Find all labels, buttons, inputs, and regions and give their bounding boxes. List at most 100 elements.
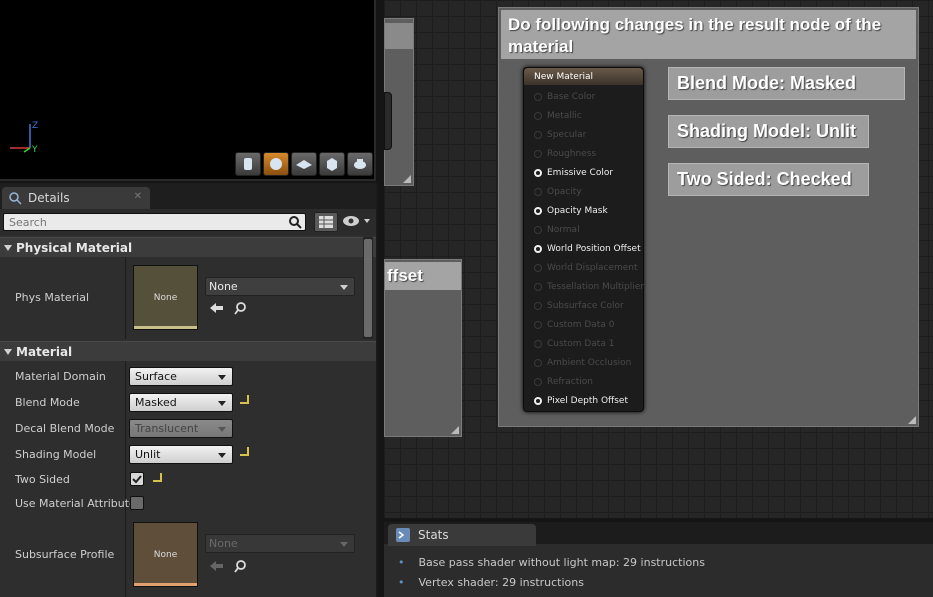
node-pin[interactable]: World Position Offset [534, 244, 641, 254]
bullet-icon: • [398, 576, 405, 589]
details-scrollbar-thumb[interactable] [364, 239, 372, 337]
node-pin[interactable]: Emissive Color [534, 168, 613, 178]
note-two-sided[interactable]: Two Sided: Checked [668, 163, 869, 196]
node-pin[interactable]: World Displacement [534, 263, 638, 273]
blend-mode-combo[interactable]: Masked [129, 393, 233, 412]
resize-handle-icon[interactable] [908, 416, 916, 424]
details-tab[interactable]: Details ✕ [2, 187, 150, 209]
node-pin[interactable]: Pixel Depth Offset [534, 396, 628, 406]
resize-handle-icon[interactable] [403, 175, 411, 183]
close-icon[interactable]: ✕ [134, 191, 142, 202]
plane-button[interactable] [291, 152, 317, 176]
axis-gizmo-icon: Z Y [10, 121, 38, 155]
pin-connector-icon[interactable] [534, 283, 542, 291]
pin-connector-icon[interactable] [534, 264, 542, 272]
use-selected-arrow-icon[interactable] [210, 560, 224, 572]
stats-tab-label: Stats [418, 528, 449, 542]
pin-connector-icon[interactable] [534, 188, 542, 196]
note-blend-mode[interactable]: Blend Mode: Masked [668, 67, 905, 100]
node-pin[interactable]: Refraction [534, 377, 593, 387]
pin-connector-icon[interactable] [534, 112, 542, 120]
column-divider[interactable] [125, 257, 126, 339]
node-title[interactable]: New Material [524, 68, 643, 85]
reset-to-default-icon[interactable] [240, 447, 249, 456]
pin-connector-icon[interactable] [534, 378, 542, 386]
node-pin[interactable]: Tessellation Multiplier [534, 282, 644, 292]
pin-connector-icon[interactable] [534, 131, 542, 139]
pin-connector-icon[interactable] [534, 302, 542, 310]
pin-connector-icon[interactable] [534, 321, 542, 329]
use-selected-arrow-icon[interactable] [210, 302, 224, 314]
pin-connector-icon[interactable] [534, 169, 542, 177]
search-icon[interactable] [288, 215, 302, 229]
pin-connector-icon[interactable] [534, 359, 542, 367]
pin-connector-icon[interactable] [534, 340, 542, 348]
chevron-down-icon [218, 427, 226, 432]
node-pin[interactable]: Opacity [534, 187, 582, 197]
reset-to-default-icon[interactable] [240, 395, 249, 404]
comment-title[interactable]: Do following changes in the result node … [501, 10, 916, 59]
pin-connector-icon[interactable] [534, 207, 542, 215]
node-pin[interactable]: Base Color [534, 92, 595, 102]
section-title: Material [16, 344, 73, 359]
pin-connector-icon[interactable] [534, 245, 542, 253]
pin-label: Ambient Occlusion [547, 358, 632, 368]
decal-blend-mode-combo[interactable]: Translucent [129, 419, 233, 438]
browse-search-icon[interactable] [234, 302, 248, 316]
node-pin[interactable]: Custom Data 0 [534, 320, 614, 330]
collapse-arrow-icon [4, 348, 12, 355]
details-search-row [0, 209, 376, 235]
browse-search-icon[interactable] [234, 560, 248, 574]
subsurface-profile-thumbnail[interactable]: None [133, 522, 198, 587]
physical-material-section[interactable]: Physical Material [0, 237, 376, 257]
property-matrix-button[interactable] [314, 212, 338, 232]
node-pin[interactable]: Specular [534, 130, 586, 140]
material-graph-canvas[interactable]: ffset Do following changes in the result… [384, 0, 933, 518]
node-pin[interactable]: Opacity Mask [534, 206, 608, 216]
teapot-button[interactable] [347, 152, 373, 176]
details-search-input[interactable] [3, 213, 306, 231]
asset-type-bar [134, 583, 197, 586]
material-section[interactable]: Material [0, 341, 376, 361]
preview-viewport[interactable]: Z Y [0, 0, 376, 181]
pin-connector-icon[interactable] [534, 226, 542, 234]
node-pin[interactable]: Roughness [534, 149, 596, 159]
node-pin[interactable]: Custom Data 1 [534, 339, 614, 349]
material-result-node[interactable]: New Material Base Color Metallic Specular R… [523, 67, 644, 412]
two-sided-checkbox[interactable] [130, 472, 144, 486]
pin-connector-icon[interactable] [534, 150, 542, 158]
material-domain-label: Material Domain [15, 370, 106, 383]
cube-button[interactable] [319, 152, 345, 176]
node-pin[interactable]: Normal [534, 225, 580, 235]
pin-label: Roughness [547, 149, 597, 159]
shading-model-combo[interactable]: Unlit [129, 445, 233, 464]
eye-icon[interactable] [342, 214, 372, 228]
stats-tab[interactable]: Stats [388, 524, 536, 546]
subsurface-profile-combo[interactable]: None [205, 534, 355, 553]
sphere-button[interactable] [263, 152, 289, 176]
resize-handle-icon[interactable] [451, 426, 459, 434]
column-divider[interactable] [125, 361, 126, 597]
collapsed-node-edge[interactable] [384, 92, 392, 150]
pin-connector-icon[interactable] [534, 93, 542, 101]
use-material-attributes-checkbox[interactable] [130, 496, 144, 510]
node-pin[interactable]: Ambient Occlusion [534, 358, 631, 368]
phys-material-thumbnail[interactable]: None [133, 265, 198, 330]
combo-value: Unlit [135, 448, 161, 461]
comment-title[interactable]: ffset [385, 262, 461, 290]
reset-to-default-icon[interactable] [153, 473, 162, 482]
chevron-down-icon [340, 542, 348, 547]
checkmark-icon [132, 475, 142, 484]
comment-box-left-bottom[interactable]: ffset [384, 259, 462, 437]
node-pin[interactable]: Subsurface Color [534, 301, 624, 311]
stats-text: Vertex shader: 29 instructions [418, 576, 585, 589]
phys-material-combo[interactable]: None [205, 277, 355, 296]
pin-connector-icon[interactable] [534, 397, 542, 405]
note-shading-model[interactable]: Shading Model: Unlit [668, 115, 869, 148]
node-pin[interactable]: Metallic [534, 111, 582, 121]
pin-label: Normal [547, 225, 580, 235]
bullet-icon: • [398, 556, 405, 569]
material-domain-combo[interactable]: Surface [129, 367, 233, 386]
material-editor: Z Y Details ✕ Search Physical Material P… [0, 0, 933, 597]
cylinder-button[interactable] [235, 152, 261, 176]
